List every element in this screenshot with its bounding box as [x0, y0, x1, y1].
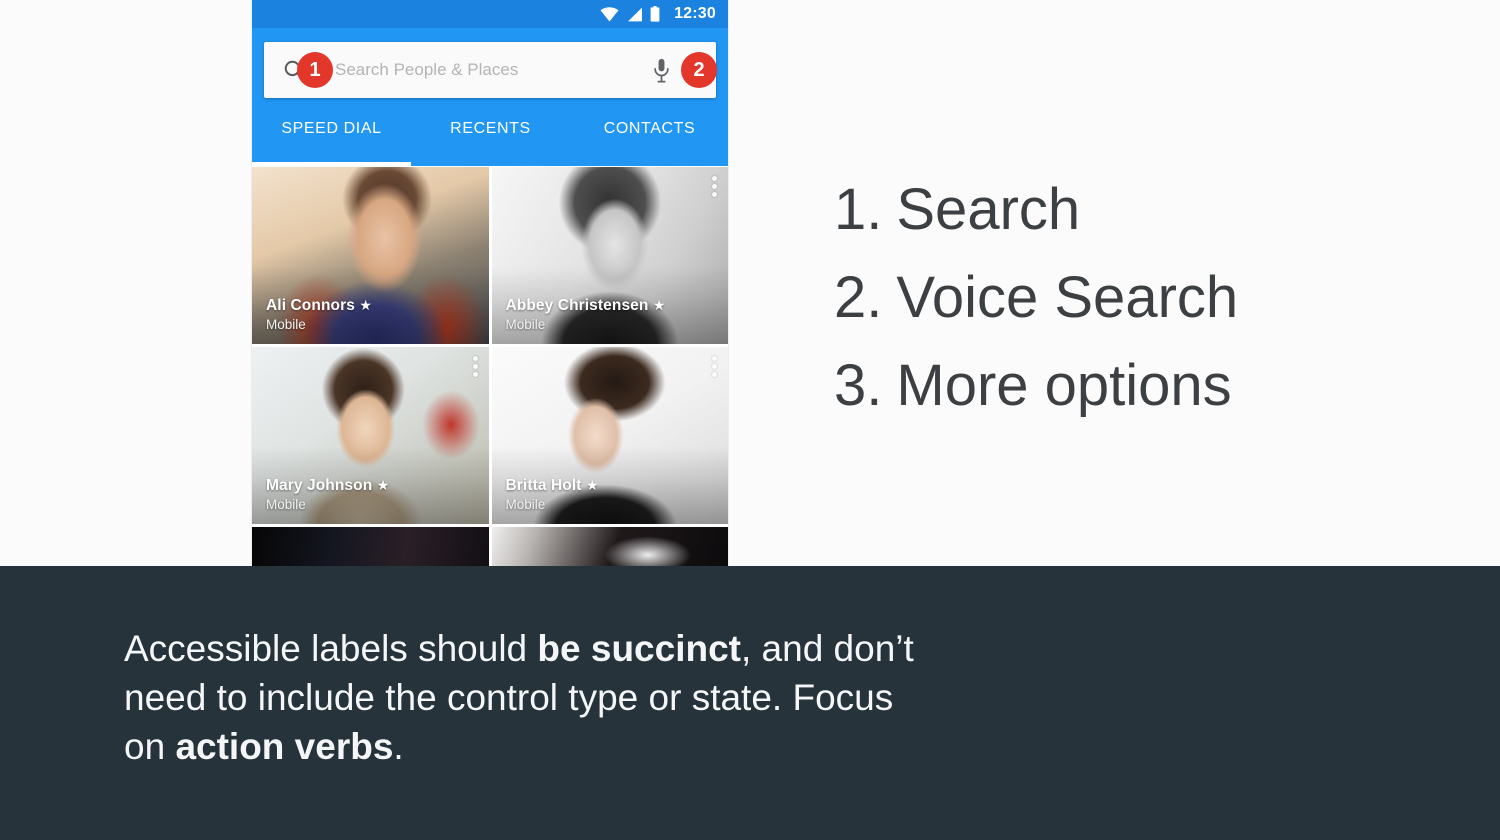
caption-bold-1: be succinct: [537, 628, 741, 669]
more-vert-dot: [712, 356, 717, 361]
key-list-item-3-number: 3.: [834, 353, 883, 418]
contact-card[interactable]: Mary Johnson ★ Mobile: [252, 347, 489, 524]
more-vert-dot: [472, 356, 478, 361]
key-list-item-1-number: 1.: [834, 177, 883, 242]
contact-card[interactable]: Britta Holt ★ Mobile: [491, 347, 728, 524]
contact-name-text: Britta Holt: [505, 477, 582, 494]
contact-subtitle: Mobile: [266, 317, 306, 332]
tab-recents-label: RECENTS: [450, 120, 531, 137]
contact-card[interactable]: Ali Connors ★ Mobile: [252, 167, 489, 344]
search-field-actions[interactable]: 2 3: [653, 52, 717, 88]
key-list-item-3-label: More options: [896, 353, 1232, 418]
caption-text: Accessible labels should be succinct, an…: [124, 624, 944, 771]
more-vert-dot: [472, 364, 478, 369]
contact-subtitle: Mobile: [505, 317, 546, 332]
contact-name-text: Abbey Christensen: [505, 297, 649, 314]
contact-name-text: Ali Connors: [266, 297, 355, 314]
contact-card[interactable]: Abbey Christensen ★ Mobile: [491, 167, 728, 344]
tab-bar[interactable]: SPEED DIAL RECENTS CONTACTS: [252, 100, 728, 166]
contact-card-text: Mary Johnson ★ Mobile: [266, 477, 389, 512]
more-vert-dot: [712, 192, 717, 197]
callout-badge-1-number: 1: [309, 58, 321, 81]
contact-name: Mary Johnson ★: [266, 477, 389, 495]
tab-contacts[interactable]: CONTACTS: [570, 100, 728, 166]
app-bar: 1 Search People & Places 2 SPEED DIAL RE…: [252, 28, 728, 166]
wifi-icon: [600, 6, 619, 21]
favorite-star-icon: ★: [376, 477, 390, 493]
favorite-star-icon: ★: [585, 477, 599, 493]
contact-card-text: Britta Holt ★ Mobile: [506, 477, 599, 512]
card-more-vert-icon[interactable]: [712, 356, 717, 377]
contact-card[interactable]: [252, 527, 489, 566]
card-more-vert-icon[interactable]: [472, 356, 478, 377]
contact-card-text: Ali Connors ★ Mobile: [266, 297, 372, 332]
favorite-star-icon: ★: [652, 297, 666, 313]
caption-bold-2: action verbs: [175, 726, 394, 767]
key-list-item-2-label: Voice Search: [896, 265, 1239, 330]
favorite-star-icon: ★: [359, 297, 373, 313]
callout-badge-1: 1: [297, 52, 333, 88]
key-list-item-1-label: Search: [896, 177, 1081, 242]
more-vert-dot: [472, 372, 478, 377]
contact-card-text: Abbey Christensen ★ Mobile: [506, 297, 666, 332]
tab-speed-dial-label: SPEED DIAL: [281, 120, 382, 137]
more-vert-dot: [712, 372, 717, 377]
caption-part-3: .: [393, 726, 404, 767]
key-list-item-1: 1. Search: [834, 166, 1434, 254]
status-bar: 12:30: [252, 0, 728, 28]
callout-badge-2: 2: [681, 52, 717, 88]
key-list-item-2: 2. Voice Search: [834, 254, 1434, 342]
cellular-signal-icon: [628, 7, 643, 21]
callout-key-list: 1. Search 2. Voice Search 3. More options: [834, 166, 1434, 430]
callout-badge-2-number: 2: [693, 58, 705, 81]
key-list-item-3: 3. More options: [834, 342, 1434, 430]
contact-grid: Ali Connors ★ Mobile Abbey Christensen ★…: [252, 166, 728, 566]
contact-subtitle: Mobile: [266, 497, 306, 512]
search-field-left[interactable]: 1 Search People & Places: [282, 52, 653, 88]
contact-photo: [252, 527, 489, 566]
contact-photo: [491, 527, 728, 566]
battery-icon: [650, 6, 660, 22]
more-vert-dot: [712, 176, 717, 181]
search-field[interactable]: 1 Search People & Places 2: [264, 42, 717, 98]
microphone-icon[interactable]: [653, 58, 670, 83]
more-vert-dot: [712, 364, 717, 369]
status-bar-icons: 12:30: [600, 5, 716, 23]
tab-recents[interactable]: RECENTS: [411, 100, 570, 166]
tab-contacts-label: CONTACTS: [603, 120, 696, 137]
contact-card[interactable]: [491, 527, 728, 566]
tab-speed-dial[interactable]: SPEED DIAL: [252, 100, 411, 166]
contact-subtitle: Mobile: [505, 497, 546, 512]
caption-part-1: Accessible labels should: [124, 628, 538, 669]
contact-name: Abbey Christensen ★: [506, 297, 666, 315]
key-list-item-2-number: 2.: [834, 265, 883, 330]
status-bar-clock: 12:30: [674, 5, 716, 22]
more-vert-dot: [712, 184, 717, 189]
search-input-placeholder[interactable]: Search People & Places: [335, 60, 518, 80]
caption-panel: Accessible labels should be succinct, an…: [0, 566, 1500, 840]
card-more-vert-icon[interactable]: [712, 176, 717, 197]
contact-name-text: Mary Johnson: [266, 477, 373, 494]
contact-name: Ali Connors ★: [266, 297, 372, 315]
phone-mockup: 12:30 1 Search People & Places 2 SPEED D…: [252, 0, 728, 566]
contact-name: Britta Holt ★: [506, 477, 599, 495]
